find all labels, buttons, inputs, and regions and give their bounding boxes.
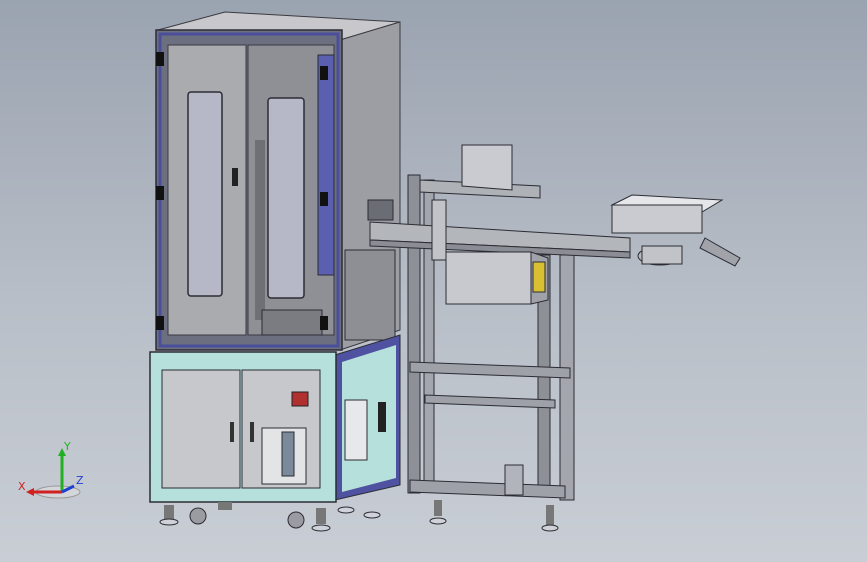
x-axis-label: X: [18, 480, 26, 493]
cad-viewport[interactable]: [0, 0, 867, 562]
lower-cabinet: [149, 334, 401, 532]
y-axis-label: Y: [63, 440, 71, 453]
main-enclosure: [155, 11, 401, 351]
conveyor-frame: [369, 144, 741, 532]
axis-triad: X Y Z: [18, 440, 84, 499]
casters: [159, 502, 381, 532]
z-axis-label: Z: [76, 474, 84, 487]
